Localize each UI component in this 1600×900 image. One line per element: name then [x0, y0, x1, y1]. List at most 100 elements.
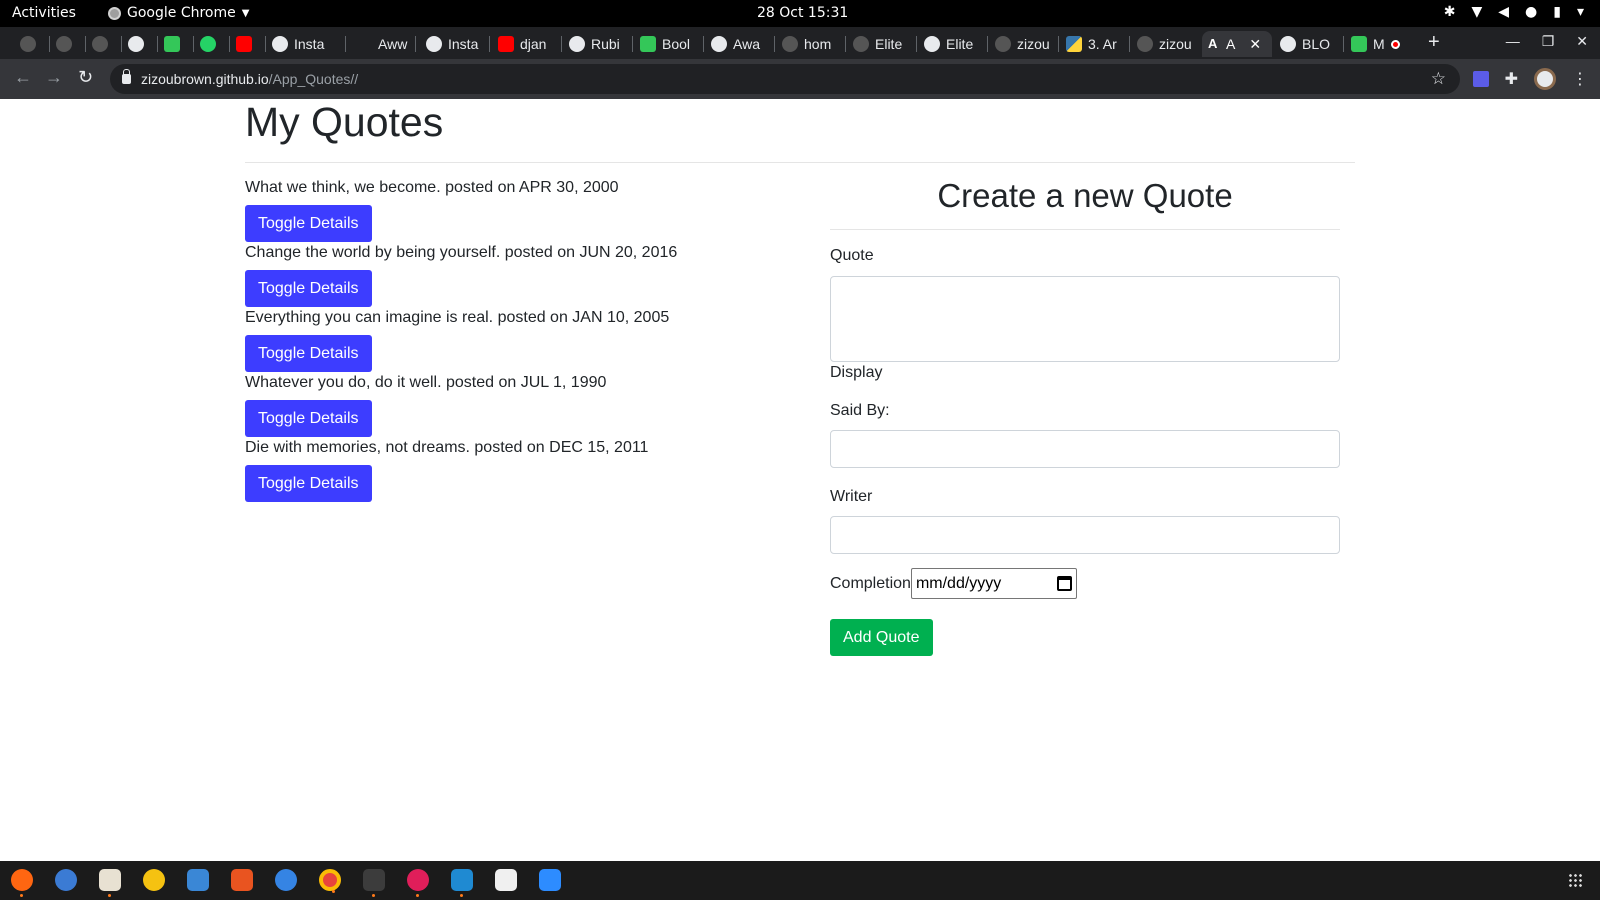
tab-label: 3. Ar — [1088, 36, 1117, 52]
tab[interactable] — [50, 31, 86, 57]
tab[interactable]: BLO — [1274, 31, 1344, 57]
globe-icon — [426, 36, 442, 52]
tab[interactable] — [86, 31, 122, 57]
tab-strip: Insta Aww Insta djan Rubi Bool Awa hom E… — [0, 27, 1600, 59]
address-bar[interactable]: zizoubrown.github.io/App_Quotes// ☆ — [110, 64, 1460, 94]
microphone-icon[interactable]: ● — [1525, 4, 1537, 20]
tab[interactable]: 3. Ar — [1060, 31, 1130, 57]
said-by-input[interactable] — [830, 430, 1340, 468]
tab[interactable]: Insta — [266, 31, 346, 57]
battery-icon[interactable]: ▮ — [1553, 4, 1561, 20]
tab[interactable]: Awa — [705, 31, 775, 57]
quote-item: Die with memories, not dreams. posted on… — [245, 437, 805, 502]
tab-active[interactable]: A A ✕ — [1202, 31, 1272, 57]
lock-icon[interactable] — [122, 69, 131, 84]
terminal-icon[interactable] — [363, 869, 385, 897]
tab[interactable]: Insta — [420, 31, 490, 57]
firefox-icon[interactable] — [11, 869, 33, 897]
quote-textarea[interactable] — [830, 276, 1340, 362]
title-divider — [245, 162, 1355, 163]
clock[interactable]: 28 Oct 15:31 — [757, 5, 848, 21]
rhythmbox-icon[interactable] — [143, 869, 165, 891]
globe-icon — [272, 36, 288, 52]
quote-item: Everything you can imagine is real. post… — [245, 307, 805, 372]
new-tab-button[interactable]: + — [1428, 31, 1440, 54]
wifi-icon[interactable]: ▼ — [1471, 4, 1482, 20]
system-tray[interactable]: ✱ ▼ ◀ ● ▮ ▾ — [1444, 4, 1584, 20]
close-window-icon[interactable]: ✕ — [1576, 33, 1588, 50]
github-icon — [1137, 36, 1153, 52]
caret-down-icon: ▼ — [241, 7, 250, 19]
writer-icon[interactable] — [187, 869, 209, 891]
toggle-details-button[interactable]: Toggle Details — [245, 335, 372, 372]
globe-icon — [128, 36, 144, 52]
kebab-menu-icon[interactable]: ⋮ — [1572, 69, 1588, 89]
tab-label: Aww — [378, 36, 408, 52]
profile-avatar[interactable] — [1534, 68, 1556, 90]
tab[interactable] — [230, 31, 266, 57]
recording-icon — [1390, 39, 1400, 49]
tab-label: Elite — [875, 36, 903, 52]
slack-icon[interactable] — [407, 869, 429, 897]
zoom-icon[interactable] — [539, 869, 561, 891]
reload-icon[interactable]: ↻ — [78, 67, 93, 88]
show-apps-grid-icon[interactable] — [1568, 873, 1582, 887]
tab[interactable]: Rubi — [563, 31, 633, 57]
tab[interactable]: hom — [776, 31, 846, 57]
thunderbird-icon[interactable] — [55, 869, 77, 891]
files-icon[interactable] — [99, 869, 121, 897]
software-icon[interactable] — [231, 869, 253, 891]
forward-arrow-icon[interactable]: → — [45, 67, 63, 88]
completion-date-input[interactable]: mm/dd/yyyy — [910, 568, 1077, 599]
tab[interactable] — [158, 31, 194, 57]
volume-icon[interactable]: ◀ — [1498, 4, 1509, 20]
quote-label: Quote — [830, 247, 874, 264]
vscode-icon[interactable] — [451, 869, 473, 897]
tab-label: Insta — [294, 36, 325, 52]
slack-tray-icon[interactable]: ✱ — [1444, 4, 1456, 20]
restore-icon[interactable]: ❐ — [1542, 33, 1555, 50]
quote-list: What we think, we become. posted on APR … — [245, 177, 805, 502]
page-title: My Quotes — [245, 99, 444, 145]
toggle-details-button[interactable]: Toggle Details — [245, 205, 372, 242]
youtube-icon — [236, 36, 252, 52]
tab[interactable]: Elite — [918, 31, 988, 57]
toggle-details-button[interactable]: Toggle Details — [245, 465, 372, 502]
toggle-details-button[interactable]: Toggle Details — [245, 400, 372, 437]
tab[interactable]: Elite — [847, 31, 917, 57]
tab[interactable]: Bool — [634, 31, 704, 57]
minimize-icon[interactable]: — — [1506, 33, 1520, 50]
tab[interactable]: zizou — [1131, 31, 1201, 57]
power-menu-icon[interactable]: ▾ — [1577, 4, 1584, 20]
tab-label: Insta — [448, 36, 479, 52]
quote-text: Change the world by being yourself. post… — [245, 244, 678, 261]
tab-label: Bool — [662, 36, 691, 52]
calendar-icon[interactable] — [1056, 576, 1072, 591]
url-host: zizoubrown.github.io — [141, 71, 269, 87]
tab[interactable]: djan — [492, 31, 562, 57]
extension-icon[interactable] — [1472, 71, 1489, 87]
tab[interactable] — [194, 31, 230, 57]
tab[interactable]: Aww — [350, 31, 416, 57]
completion-label: Completion — [830, 574, 911, 592]
close-tab-icon[interactable]: ✕ — [1249, 36, 1261, 53]
writer-input[interactable] — [830, 516, 1340, 554]
tab-label: Awa — [733, 36, 760, 52]
github-icon — [92, 36, 108, 52]
tab[interactable]: zizou — [989, 31, 1059, 57]
back-arrow-icon[interactable]: ← — [14, 67, 32, 88]
chrome-icon[interactable] — [319, 869, 341, 893]
plant-icon — [20, 36, 36, 52]
taskbar-dock — [0, 861, 1600, 900]
text-editor-icon[interactable] — [495, 869, 517, 891]
tab[interactable]: M — [1345, 31, 1405, 57]
tab[interactable] — [122, 31, 158, 57]
activities-button[interactable]: Activities — [12, 5, 76, 21]
toggle-details-button[interactable]: Toggle Details — [245, 270, 372, 307]
puzzle-icon[interactable]: ✚ — [1505, 69, 1518, 89]
tab[interactable] — [14, 31, 50, 57]
add-quote-button[interactable]: Add Quote — [830, 619, 933, 656]
help-icon[interactable] — [275, 869, 297, 891]
app-menu[interactable]: Google Chrome ▼ — [108, 5, 249, 21]
bookmark-star-icon[interactable]: ☆ — [1431, 69, 1446, 89]
